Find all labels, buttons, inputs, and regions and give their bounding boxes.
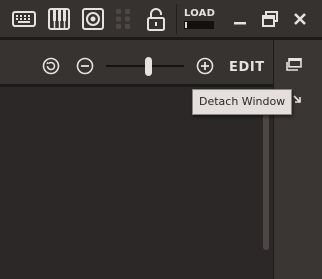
load-label: LOAD <box>184 8 216 19</box>
zoom-out-icon <box>76 57 94 75</box>
grid-icon[interactable] <box>110 6 136 32</box>
zoom-in-button[interactable] <box>195 56 215 76</box>
load-meter <box>184 21 214 29</box>
workspace-area <box>0 87 273 279</box>
resize-arrow-icon[interactable] <box>292 94 302 104</box>
detach-window-tooltip: Detach Window <box>192 89 293 115</box>
zoom-in-icon <box>196 57 214 75</box>
toolbar-separator <box>176 4 177 34</box>
minimize-button[interactable] <box>228 7 252 31</box>
detach-window-button[interactable] <box>283 54 305 74</box>
rotate-button[interactable] <box>41 56 61 76</box>
close-icon <box>294 13 306 25</box>
edit-button[interactable]: EDIT <box>229 60 265 75</box>
rotate-icon <box>42 57 60 75</box>
unlock-icon[interactable] <box>143 6 169 32</box>
restore-icon <box>262 11 278 27</box>
restore-button[interactable] <box>258 7 282 31</box>
vertical-scrollbar[interactable] <box>263 107 269 250</box>
side-panel <box>273 40 322 279</box>
piano-icon[interactable] <box>46 6 72 32</box>
detach-window-icon <box>286 57 302 71</box>
load-meter-fill <box>185 22 187 28</box>
speaker-icon[interactable] <box>80 6 106 32</box>
minimize-icon <box>234 22 246 25</box>
keyboard-icon[interactable] <box>11 6 37 32</box>
zoom-out-button[interactable] <box>75 56 95 76</box>
close-button[interactable] <box>288 7 312 31</box>
zoom-slider-thumb[interactable] <box>145 57 152 76</box>
